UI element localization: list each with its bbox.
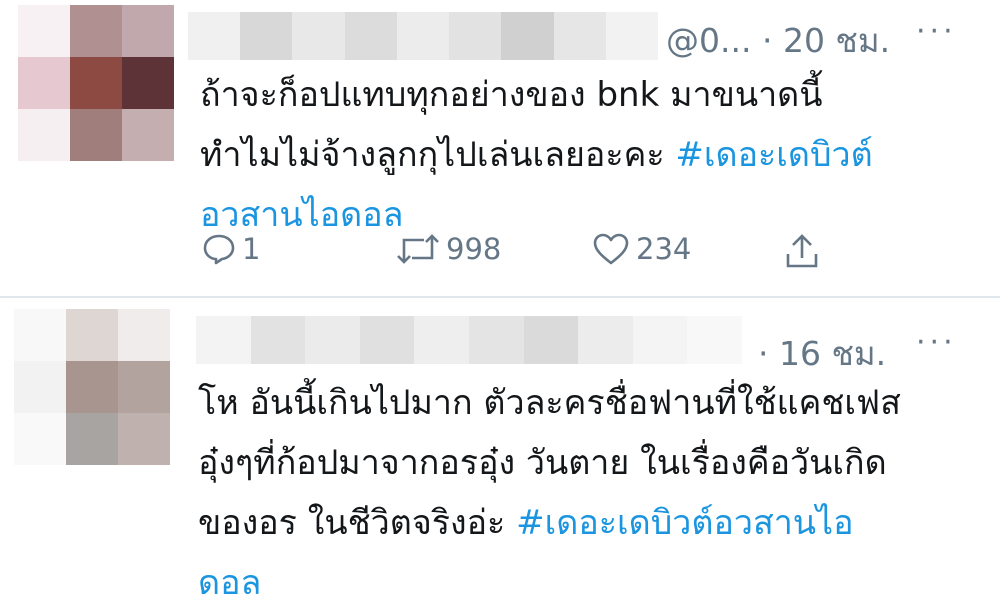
tweet-text-line: ทำไมไม่จ้างลูกกุไปเล่นเลยอะคะ #เดอะเดบิว… bbox=[200, 135, 873, 175]
retweet-count: 998 bbox=[446, 232, 502, 266]
tweet-card[interactable]: · 16 ชม. ··· โห อันนี้เกินไปมาก ตัวละครช… bbox=[0, 299, 1000, 603]
share-icon bbox=[786, 234, 818, 268]
hashtag-link[interactable]: ดอล bbox=[198, 563, 261, 603]
more-icon[interactable]: ··· bbox=[916, 325, 957, 360]
tweet-meta: @0... · 20 ชม. bbox=[666, 14, 890, 67]
display-name-blurred bbox=[196, 316, 742, 364]
share-button[interactable] bbox=[784, 232, 820, 270]
tweet-actions: 1 998 234 bbox=[200, 232, 840, 282]
tweet-time[interactable]: · 20 ชม. bbox=[762, 21, 890, 60]
tweet-text: โห อันนี้เกินไปมาก ตัวละครชื่อฟานที่ใช้แ… bbox=[198, 373, 988, 613]
reply-icon bbox=[203, 234, 235, 265]
reply-button[interactable]: 1 bbox=[202, 232, 260, 266]
display-name-blurred bbox=[188, 12, 658, 60]
hashtag-link[interactable]: #เดอะเดบิวต์ bbox=[675, 135, 872, 175]
tweet-divider bbox=[0, 296, 1000, 298]
like-count: 234 bbox=[636, 232, 692, 266]
avatar[interactable] bbox=[14, 309, 170, 465]
tweet-text-line: อุ๋งๆที่ก้อปมาจากอรอุ๋ง วันตาย ในเรื่องค… bbox=[198, 443, 887, 483]
avatar[interactable] bbox=[18, 5, 174, 161]
tweet-text: ถ้าจะก็อปแทบทุกอย่างของ bnk มาขนาดนี้ ทำ… bbox=[200, 65, 980, 245]
tweet-text-line: ของอร ในชีวิตจริงอ่ะ #เดอะเดบิวต์อวสานไอ bbox=[198, 503, 854, 543]
heart-icon bbox=[593, 233, 629, 265]
tweet-card[interactable]: @0... · 20 ชม. ··· ถ้าจะก็อปแทบทุกอย่างข… bbox=[0, 0, 1000, 297]
tweet-text-line: ดอล bbox=[198, 553, 988, 613]
tweet-text-line: โห อันนี้เกินไปมาก ตัวละครชื่อฟานที่ใช้แ… bbox=[198, 383, 901, 423]
tweet-time[interactable]: · 16 ชม. bbox=[758, 334, 886, 373]
tweet-text-line: ถ้าจะก็อปแทบทุกอย่างของ bnk มาขนาดนี้ bbox=[200, 75, 823, 115]
hashtag-link[interactable]: อวสานไอดอล bbox=[200, 195, 403, 235]
more-icon[interactable]: ··· bbox=[916, 14, 957, 49]
hashtag-link[interactable]: #เดอะเดบิวต์อวสานไอ bbox=[516, 503, 853, 543]
reply-count: 1 bbox=[242, 232, 261, 266]
retweet-button[interactable]: 998 bbox=[396, 232, 501, 266]
retweet-icon bbox=[397, 234, 439, 264]
user-handle[interactable]: @0... bbox=[666, 21, 751, 60]
like-button[interactable]: 234 bbox=[592, 232, 691, 266]
